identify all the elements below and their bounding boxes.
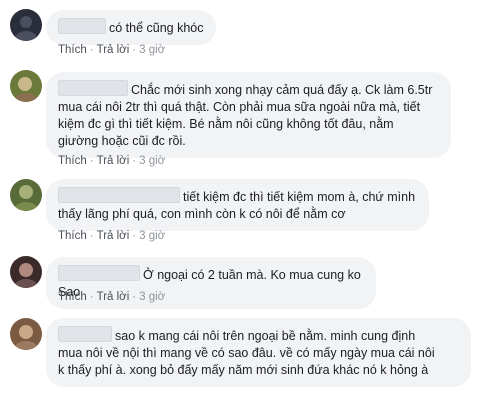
comment-bubble: Chắc mới sinh xong nhạy cảm quá đấy ạ. C… — [46, 72, 451, 158]
separator-dot: · — [89, 230, 94, 242]
redacted-author-name[interactable] — [58, 80, 128, 96]
comment-bubble: tiết kiệm đc thì tiết kiệm mom à, chứ mì… — [46, 179, 429, 231]
avatar-image — [10, 179, 42, 211]
avatar[interactable] — [10, 256, 42, 288]
comment-text-line: giường hoặc cũi đc rồi. — [58, 134, 186, 148]
timestamp[interactable]: 3 giờ — [139, 44, 165, 56]
separator-dot: · — [132, 291, 137, 303]
comment-text-line: thấy lãng phí quá, con mình còn k có nôi… — [58, 207, 346, 221]
like-link[interactable]: Thích — [58, 44, 87, 56]
comment-actions: Thích · Trả lời · 3 giờ — [58, 230, 165, 242]
comment-bubble: có thể cũng khóc — [46, 10, 216, 45]
comment-text-line: k thấy phí à. xong bỏ đấy mấy năm mới si… — [58, 363, 429, 377]
avatar[interactable] — [10, 9, 42, 41]
like-link[interactable]: Thích — [58, 230, 87, 242]
separator-dot: · — [132, 230, 137, 242]
avatar[interactable] — [10, 179, 42, 211]
avatar-image — [10, 318, 42, 350]
avatar-image — [10, 256, 42, 288]
comment-text-line: mua nôi về nội thì mang về có sao đâu. v… — [58, 346, 435, 360]
redacted-author-name[interactable] — [58, 326, 112, 342]
reply-link[interactable]: Trả lời — [97, 44, 130, 56]
avatar-image — [10, 70, 42, 102]
reply-link[interactable]: Trả lời — [97, 155, 130, 167]
redacted-author-name[interactable] — [58, 265, 140, 281]
timestamp[interactable]: 3 giờ — [139, 230, 165, 242]
comment-actions: Thích · Trả lời · 3 giờ — [58, 291, 165, 303]
separator-dot: · — [89, 44, 94, 56]
like-link[interactable]: Thích — [58, 155, 87, 167]
reply-link[interactable]: Trả lời — [97, 230, 130, 242]
separator-dot: · — [132, 44, 137, 56]
comment-actions: Thích · Trả lời · 3 giờ — [58, 155, 165, 167]
comment-text-line: sao k mang cái nôi trên ngoại bề nằm. mi… — [115, 329, 416, 343]
comment-text-line: Chắc mới sinh xong nhạy cảm quá đấy ạ. C… — [131, 83, 433, 97]
timestamp[interactable]: 3 giờ — [139, 291, 165, 303]
avatar[interactable] — [10, 318, 42, 350]
separator-dot: · — [89, 155, 94, 167]
avatar[interactable] — [10, 70, 42, 102]
comment-text-line: kiệm đc gì thì tiết kiệm. Bé nằm nôi cũn… — [58, 117, 394, 131]
reply-link[interactable]: Trả lời — [97, 291, 130, 303]
redacted-author-name[interactable] — [58, 18, 106, 34]
comment-actions: Thích · Trả lời · 3 giờ — [58, 44, 165, 56]
separator-dot: · — [132, 155, 137, 167]
comment-text: có thể cũng khóc — [109, 21, 204, 35]
timestamp[interactable]: 3 giờ — [139, 155, 165, 167]
separator-dot: · — [89, 291, 94, 303]
comment-text-line: tiết kiệm đc thì tiết kiệm mom à, chứ mì… — [183, 190, 416, 204]
avatar-image — [10, 9, 42, 41]
comment-bubble: sao k mang cái nôi trên ngoại bề nằm. mi… — [46, 318, 471, 387]
redacted-author-name[interactable] — [58, 187, 180, 203]
like-link[interactable]: Thích — [58, 291, 87, 303]
comment-text-line: mua cái nôi 2tr thì quá thật. Còn phải m… — [58, 100, 421, 114]
